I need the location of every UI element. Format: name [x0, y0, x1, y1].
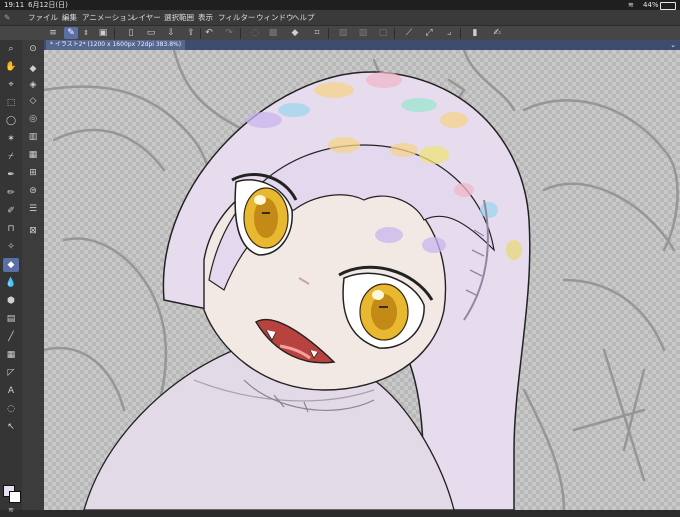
- artwork: [44, 50, 679, 510]
- eraser-tool-icon[interactable]: ◆: [3, 258, 19, 272]
- clear-outside-icon[interactable]: ▨: [356, 27, 370, 39]
- tool-property-icon[interactable]: ◈: [25, 78, 41, 92]
- subtool-icon[interactable]: ◆: [25, 62, 41, 76]
- export-icon[interactable]: ⇪: [184, 27, 198, 39]
- decoration-tool-icon[interactable]: ✧: [3, 240, 19, 254]
- balloon-tool-icon[interactable]: ◌: [3, 402, 19, 416]
- frame-tool-icon[interactable]: ▦: [3, 348, 19, 362]
- text-tool-icon[interactable]: A: [3, 384, 19, 398]
- figure-tool-icon[interactable]: ╱: [3, 330, 19, 344]
- pen-tool-icon[interactable]: ✎: [64, 27, 78, 39]
- battery-percent: 44%: [643, 1, 659, 9]
- fill-tool-icon[interactable]: ⬢: [3, 294, 19, 308]
- object-tool-icon[interactable]: ⌖: [3, 78, 19, 92]
- device-icon[interactable]: ▮: [468, 27, 482, 39]
- brush-size-icon[interactable]: ◇: [25, 94, 41, 108]
- special-ruler-icon[interactable]: ⤢: [422, 27, 436, 39]
- document-tab-bar: * イラスト2* (1200 x 1600px 72dpi 383.8%) ⌄: [44, 40, 680, 50]
- palette-dock: ⊙ ◆ ◈ ◇ ◎ ▥ ▦ ⊞ ⊜ ☰ ⊠: [22, 40, 45, 510]
- color-wheel-icon[interactable]: ◎: [25, 112, 41, 126]
- redo-icon[interactable]: ↷: [222, 27, 236, 39]
- layer-property-icon[interactable]: ⊜: [25, 184, 41, 198]
- status-date: 6月12日(日): [28, 1, 68, 9]
- grid-snap-icon[interactable]: ⟓: [442, 27, 456, 39]
- ruler-snap-icon[interactable]: ⟋: [402, 27, 416, 39]
- history-icon[interactable]: ⊞: [25, 166, 41, 180]
- deselect-icon[interactable]: ◌: [248, 27, 262, 39]
- zoom-tool-icon[interactable]: ⌕: [3, 42, 19, 56]
- clear-layer-icon[interactable]: ▧: [336, 27, 350, 39]
- edit-layer-icon[interactable]: ✍: [490, 27, 504, 39]
- material-icon[interactable]: ⊠: [25, 224, 41, 238]
- airbrush-tool-icon[interactable]: ⊓: [3, 222, 19, 236]
- status-time: 19:11: [4, 1, 25, 9]
- fill-bucket-icon[interactable]: ◆: [288, 27, 302, 39]
- magic-wand-tool-icon[interactable]: ✶: [3, 132, 19, 146]
- color-set-icon[interactable]: ▦: [25, 148, 41, 162]
- selection-fill-icon[interactable]: ▢: [376, 27, 390, 39]
- menu-window[interactable]: ウィンドウ: [256, 13, 294, 23]
- sub-color-swatch[interactable]: [9, 491, 21, 503]
- color-slider-icon[interactable]: ▥: [25, 130, 41, 144]
- eyedropper-tool-icon[interactable]: ⌿: [3, 150, 19, 164]
- blend-tool-icon[interactable]: 💧: [3, 276, 19, 290]
- menu-file[interactable]: ファイル: [28, 13, 58, 23]
- app-icon[interactable]: ✎: [4, 13, 10, 23]
- move-hand-tool-icon[interactable]: ✋: [3, 60, 19, 74]
- selection-tool-icon[interactable]: ⬚: [3, 96, 19, 110]
- crop-icon[interactable]: ⌗: [310, 27, 324, 39]
- menu-selection[interactable]: 選択範囲: [164, 13, 194, 23]
- status-bar: 19:11 6月12日(日) ≋ 44%: [0, 0, 680, 10]
- pencil-tool-icon[interactable]: ✏: [3, 186, 19, 200]
- canvas[interactable]: [44, 50, 680, 510]
- wifi-icon: ≋: [628, 1, 634, 9]
- menu-bar: ✎ ファイル 編集 アニメーション レイヤー 選択範囲 表示 フィルター ウィン…: [0, 10, 680, 25]
- chevron-updown-icon[interactable]: ⇕: [82, 27, 90, 39]
- open-folder-icon[interactable]: ▭: [144, 27, 158, 39]
- correct-line-tool-icon[interactable]: ↖: [3, 420, 19, 434]
- pen-tool-icon-2[interactable]: ✒: [3, 168, 19, 182]
- tool-palette: ⌕ ✋ ⌖ ⬚ ◯ ✶ ⌿ ✒ ✏ ✐ ⊓ ✧ ◆ 💧 ⬢ ▤ ╱ ▦ ◸ A …: [0, 40, 23, 514]
- quick-access-icon[interactable]: ▣: [96, 27, 110, 39]
- menu-animation[interactable]: アニメーション: [82, 13, 134, 23]
- chevron-down-icon[interactable]: ⌄: [670, 40, 676, 50]
- save-icon[interactable]: ⇩: [164, 27, 178, 39]
- battery-icon: [660, 2, 676, 10]
- document-tab[interactable]: * イラスト2* (1200 x 1600px 72dpi 383.8%): [46, 40, 186, 50]
- brush-tool-icon[interactable]: ✐: [3, 204, 19, 218]
- undo-icon[interactable]: ↶: [202, 27, 216, 39]
- gradient-tool-icon[interactable]: ▤: [3, 312, 19, 326]
- invert-selection-icon[interactable]: ▩: [266, 27, 280, 39]
- menu-edit[interactable]: 編集: [62, 13, 77, 23]
- menu-filter[interactable]: フィルター: [218, 13, 255, 23]
- hamburger-menu-icon[interactable]: ≡: [46, 27, 60, 39]
- menu-help[interactable]: ヘルプ: [292, 13, 315, 23]
- zoom-dock-icon[interactable]: ⊙: [25, 42, 41, 56]
- menu-layer[interactable]: レイヤー: [131, 13, 161, 23]
- layer-icon[interactable]: ☰: [25, 202, 41, 216]
- menu-view[interactable]: 表示: [198, 13, 213, 23]
- new-file-icon[interactable]: ▯: [124, 27, 138, 39]
- transparent-color-icon[interactable]: ≋: [3, 503, 19, 517]
- lasso-tool-icon[interactable]: ◯: [3, 114, 19, 128]
- ruler-tool-icon[interactable]: ◸: [3, 366, 19, 380]
